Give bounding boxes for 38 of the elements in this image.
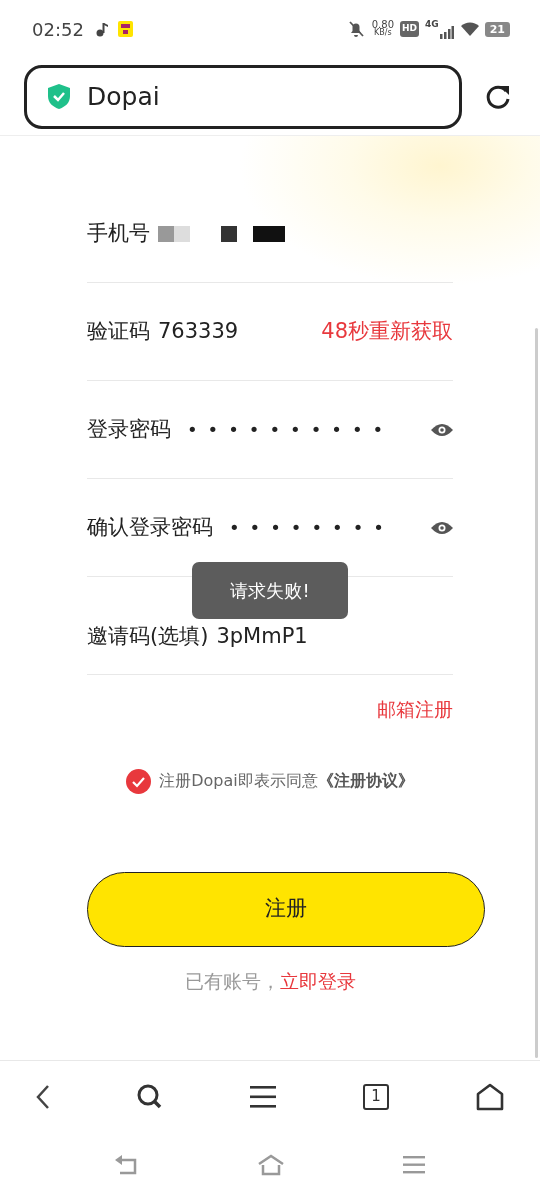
wifi-icon — [459, 21, 480, 37]
net-speed-unit: KB/s — [374, 29, 392, 37]
field-label: 登录密码 — [87, 415, 171, 443]
battery-level: 21 — [484, 21, 510, 37]
field-value: 3pMmP1 — [216, 622, 308, 650]
menu-icon[interactable] — [250, 1085, 276, 1108]
email-register-link[interactable]: 邮箱注册 — [377, 698, 453, 720]
login-link[interactable]: 立即登录 — [279, 969, 356, 992]
music-note-icon — [95, 21, 108, 37]
muted-bell-icon — [347, 20, 364, 38]
hd-badge: HD — [400, 21, 420, 37]
error-toast: 请求失败! — [192, 562, 348, 619]
register-button[interactable]: 注册 — [87, 871, 485, 947]
field-label: 邀请码(选填) — [87, 622, 209, 650]
field-label: 手机号 — [87, 219, 150, 247]
password-value: •••••••• — [229, 516, 394, 540]
network-type: 4G — [425, 18, 439, 31]
signal-icon — [439, 25, 454, 39]
eye-icon[interactable] — [431, 422, 453, 437]
login-prompt: 已有账号，立即登录 — [184, 969, 356, 992]
eye-icon[interactable] — [431, 520, 453, 535]
address-field[interactable]: Dopai — [24, 64, 462, 129]
shield-check-icon — [47, 83, 71, 110]
agreement-link[interactable]: 《注册协议》 — [317, 771, 414, 790]
home-icon[interactable] — [476, 1082, 504, 1111]
app-notification-icon — [117, 21, 133, 37]
field-value: 763339 — [158, 317, 239, 345]
password-value: •••••••••• — [187, 418, 394, 442]
agreement-text: 注册Dopai即表示同意《注册协议》 — [159, 770, 414, 792]
checkbox[interactable] — [126, 768, 152, 794]
field-label: 验证码 — [87, 317, 150, 345]
field-label: 确认登录密码 — [87, 513, 213, 541]
scrollbar[interactable] — [535, 328, 538, 1058]
status-time: 02:52 — [32, 17, 84, 42]
resend-code-link[interactable]: 48秒重新获取 — [321, 315, 453, 348]
back-icon[interactable] — [36, 1083, 50, 1110]
tab-count-button[interactable]: 1 — [363, 1083, 389, 1110]
search-icon[interactable] — [137, 1083, 163, 1110]
